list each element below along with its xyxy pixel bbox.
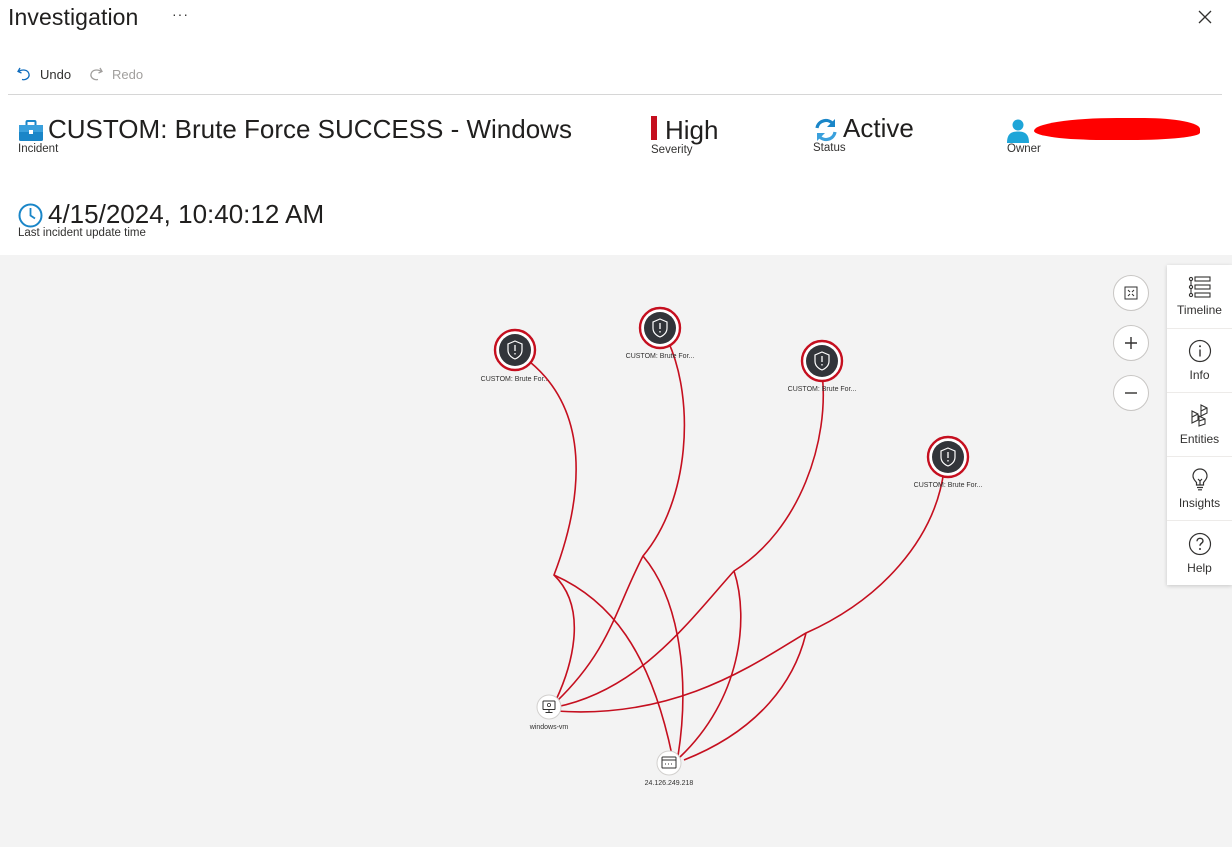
minus-icon — [1125, 392, 1137, 394]
undo-button[interactable]: Undo — [16, 66, 71, 82]
alert-node[interactable]: CUSTOM: Brute For... — [788, 339, 857, 393]
page-title: Investigation — [8, 4, 139, 30]
redo-button[interactable]: Redo — [88, 66, 143, 82]
graph-edge — [555, 340, 686, 703]
investigation-graph-canvas[interactable]: CUSTOM: Brute For... CUSTOM: Brute For..… — [0, 255, 1232, 847]
info-icon — [1188, 339, 1211, 363]
graph-edge — [553, 574, 673, 756]
title-bar: Investigation ··· — [0, 0, 1232, 56]
entity-node-host[interactable]: windows-vm — [529, 694, 569, 731]
incident-caption: Incident — [18, 143, 59, 155]
alert-node-label: CUSTOM: Brute For... — [788, 386, 857, 393]
fit-screen-icon — [1124, 286, 1138, 300]
redo-icon — [90, 67, 103, 81]
graph-edge — [555, 372, 825, 708]
status-refresh-icon — [815, 118, 837, 142]
side-item-label: Info — [1189, 368, 1210, 382]
entity-node-label: windows-vm — [529, 724, 569, 731]
fit-to-screen-button[interactable] — [1113, 275, 1149, 311]
graph-edge — [529, 361, 577, 701]
entities-icon — [1190, 404, 1208, 427]
briefcase-icon — [19, 120, 43, 141]
header-divider — [8, 94, 1222, 95]
graph-edges — [529, 340, 945, 761]
help-icon — [1188, 532, 1211, 555]
more-options-button[interactable]: ··· — [172, 6, 189, 22]
side-item-help[interactable]: Help — [1167, 521, 1232, 585]
side-item-insights[interactable]: Insights — [1167, 457, 1232, 521]
alert-node-label: CUSTOM: Brute For... — [914, 482, 983, 489]
last-update-caption: Last incident update time — [18, 227, 146, 239]
graph-edge — [555, 469, 945, 713]
severity-caption: Severity — [651, 144, 693, 156]
plus-icon — [1125, 337, 1137, 349]
side-item-timeline[interactable]: Timeline — [1167, 265, 1232, 329]
lightbulb-icon — [1191, 468, 1208, 491]
clock-icon — [18, 203, 43, 228]
side-item-label: Insights — [1178, 496, 1221, 510]
status-value: Active — [843, 113, 914, 143]
undo-label: Undo — [40, 66, 72, 82]
graph-edge — [642, 555, 684, 757]
alert-node-label: CUSTOM: Brute For... — [626, 353, 695, 360]
zoom-in-button[interactable] — [1113, 325, 1149, 361]
entity-node-ip[interactable]: 24.126.249.218 — [645, 750, 694, 787]
alert-node[interactable]: CUSTOM: Brute For... — [481, 328, 550, 383]
zoom-out-button[interactable] — [1113, 375, 1149, 411]
side-item-info[interactable]: Info — [1167, 329, 1232, 393]
owner-user-icon — [1007, 119, 1029, 143]
redo-label: Redo — [112, 66, 144, 82]
side-item-entities[interactable]: Entities — [1167, 393, 1232, 457]
severity-value: High — [665, 115, 719, 145]
side-item-label: Help — [1187, 560, 1212, 575]
graph-edge — [683, 632, 807, 761]
severity-indicator — [651, 116, 657, 140]
alert-node[interactable]: CUSTOM: Brute For... — [626, 306, 695, 360]
owner-name-redacted — [1034, 118, 1200, 140]
alert-node-label: CUSTOM: Brute For... — [481, 376, 550, 383]
last-update-time: 4/15/2024, 10:40:12 AM — [48, 199, 325, 229]
side-panel: Timeline Info Entities Insights Help — [1167, 265, 1232, 585]
alert-node[interactable]: CUSTOM: Brute For... — [914, 435, 983, 489]
entity-node-label: 24.126.249.218 — [645, 780, 694, 787]
status-caption: Status — [813, 142, 846, 154]
close-icon[interactable] — [1194, 6, 1216, 28]
side-item-label: Entities — [1179, 432, 1220, 446]
timeline-icon — [1188, 276, 1211, 298]
undo-icon — [17, 67, 30, 81]
incident-title: CUSTOM: Brute Force SUCCESS - Windows — [48, 114, 572, 144]
owner-caption: Owner — [1007, 143, 1041, 155]
side-item-label: Timeline — [1177, 303, 1222, 317]
command-bar: Undo Redo — [0, 62, 600, 92]
investigation-graph: CUSTOM: Brute For... CUSTOM: Brute For..… — [481, 306, 983, 787]
